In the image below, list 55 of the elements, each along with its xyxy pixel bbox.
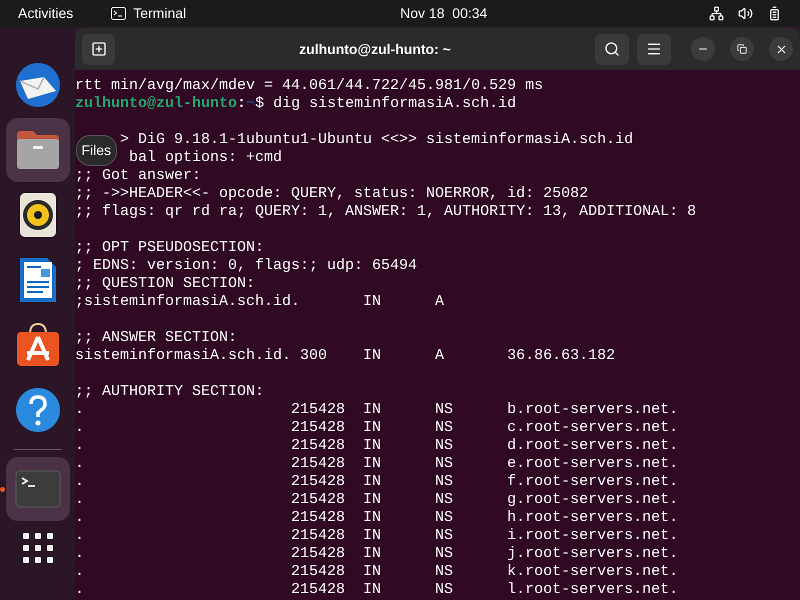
new-tab-icon xyxy=(90,41,106,57)
output-line: . 215428 IN NS j.root-servers.net. xyxy=(75,545,678,562)
output-line: ;; OPT PSEUDOSECTION: xyxy=(75,239,264,256)
terminal-icon xyxy=(111,7,126,20)
menu-button[interactable] xyxy=(637,34,671,64)
output-line: ;; AUTHORITY SECTION: xyxy=(75,383,264,400)
activities-button[interactable]: Activities xyxy=(18,3,74,24)
output-line: ;; flags: qr rd ra; QUERY: 1, ANSWER: 1, AUTHORITY: 13, ADDITIONAL: 8 xyxy=(75,203,696,220)
output-line: bal options: +cmd xyxy=(129,149,282,166)
grid-icon xyxy=(22,532,54,564)
window-title: zulhunto@zul-hunto: ~ xyxy=(299,40,451,58)
output-line: ;; Got answer: xyxy=(75,167,202,184)
output-line: . 215428 IN NS c.root-servers.net. xyxy=(75,419,678,436)
document-icon xyxy=(18,257,56,303)
volume-icon xyxy=(738,6,753,21)
close-button[interactable] xyxy=(769,37,793,61)
output-line: sisteminformasiA.sch.id. 300 IN A 36.86.63.182 xyxy=(75,347,616,364)
output-line: ;; ->>HEADER<<- opcode: QUERY, status: NOERROR, id: 25082 xyxy=(75,185,588,202)
terminal-icon xyxy=(14,470,60,508)
envelope-globe-icon xyxy=(14,61,62,109)
output-line: ;; QUESTION SECTION: xyxy=(75,275,256,292)
output-line: . 215428 IN NS e.root-servers.net. xyxy=(75,455,678,472)
output-line: . 215428 IN NS d.root-servers.net. xyxy=(75,437,678,454)
battery-icon xyxy=(767,6,782,21)
output-line: . 215428 IN NS i.root-servers.net. xyxy=(75,527,678,544)
prompt-separator: : xyxy=(237,95,246,112)
restore-icon xyxy=(737,44,747,54)
output-line: . 215428 IN NS h.root-servers.net. xyxy=(75,509,678,526)
folder-icon xyxy=(14,129,60,171)
menu-icon xyxy=(646,41,662,57)
output-line: ;sisteminformasiA.sch.id. IN A xyxy=(75,293,444,310)
shopping-bag-icon xyxy=(14,322,60,368)
output-line: ;; ANSWER SECTION: xyxy=(75,329,238,346)
network-icon xyxy=(709,6,724,21)
output-line: > DiG 9.18.1-1ubuntu1-Ubuntu <<>> sisteminformasiA.sch.id xyxy=(120,131,634,148)
output-line: . 215428 IN NS f.root-servers.net. xyxy=(75,473,678,490)
dock-app-button[interactable] xyxy=(6,118,70,182)
output-line: ; EDNS: version: 0, flags:; udp: 65494 xyxy=(75,257,418,274)
app-name: Terminal xyxy=(133,4,186,23)
output-line: . 215428 IN NS b.root-servers.net. xyxy=(75,401,678,418)
search-icon xyxy=(604,41,620,57)
output-line: . 215428 IN NS l.root-servers.net. xyxy=(75,581,678,598)
maximize-button[interactable] xyxy=(730,37,754,61)
prompt-user-host: zulhunto@zul-hunto xyxy=(75,95,238,112)
new-tab-button[interactable] xyxy=(82,34,115,64)
output-line: rtt min/avg/max/mdev = 44.061/44.722/45.981/0.529 ms xyxy=(75,77,544,94)
prompt-path: ~ xyxy=(246,95,256,112)
command-text: $ dig sisteminformasiA.sch.id xyxy=(255,95,516,112)
close-icon xyxy=(774,42,788,56)
search-button[interactable] xyxy=(595,34,629,64)
output-line: . 215428 IN NS k.root-servers.net. xyxy=(75,563,678,580)
clock[interactable]: Nov 18 00:34 xyxy=(400,3,488,24)
output-line: . 215428 IN NS g.root-servers.net. xyxy=(75,491,678,508)
speaker-icon xyxy=(18,192,56,238)
help-icon xyxy=(14,387,60,433)
